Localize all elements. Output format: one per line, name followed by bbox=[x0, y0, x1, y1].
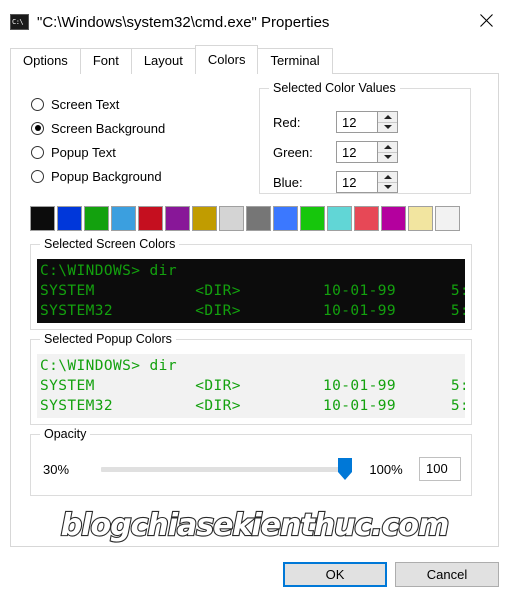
palette-swatch-3[interactable] bbox=[111, 206, 136, 231]
popup-colors-preview: C:\WINDOWS> dir SYSTEM <DIR> 10-01-99 5:0… bbox=[37, 354, 465, 418]
selected-screen-colors-group: Selected Screen Colors C:\WINDOWS> dir SY… bbox=[30, 237, 472, 330]
selected-color-values-group: Selected Color Values Red: 12 Green: 12 bbox=[259, 81, 471, 194]
radio-label: Popup Background bbox=[51, 168, 162, 184]
tab-options[interactable]: Options bbox=[10, 48, 81, 74]
palette-swatch-0[interactable] bbox=[30, 206, 55, 231]
radio-indicator bbox=[31, 145, 44, 159]
radio-screen-text[interactable]: Screen Text bbox=[31, 92, 165, 116]
radio-label: Popup Text bbox=[51, 144, 116, 160]
preview-line: SYSTEM32 <DIR> 10-01-99 5:0 bbox=[40, 303, 465, 319]
red-input[interactable]: 12 bbox=[337, 112, 377, 132]
opacity-max-label: 100% bbox=[369, 461, 403, 477]
radio-indicator bbox=[31, 97, 44, 111]
dialog-buttons: OK Cancel bbox=[283, 562, 499, 587]
radio-indicator bbox=[31, 169, 44, 183]
palette-swatch-6[interactable] bbox=[192, 206, 217, 231]
opacity-value-input[interactable]: 100 bbox=[419, 457, 461, 481]
blue-spin-down-icon[interactable] bbox=[378, 183, 397, 193]
opacity-slider[interactable] bbox=[101, 457, 352, 481]
tab-strip: Options Font Layout Colors Terminal bbox=[0, 44, 509, 74]
red-row: Red: 12 bbox=[273, 111, 459, 133]
palette-swatch-9[interactable] bbox=[273, 206, 298, 231]
opacity-group: Opacity 30% 100% 100 bbox=[30, 427, 472, 496]
opacity-slider-thumb[interactable] bbox=[338, 458, 352, 480]
palette-swatch-15[interactable] bbox=[435, 206, 460, 231]
palette-swatch-13[interactable] bbox=[381, 206, 406, 231]
group-legend: Selected Popup Colors bbox=[40, 332, 176, 346]
palette-swatch-1[interactable] bbox=[57, 206, 82, 231]
blue-spin-up-icon[interactable] bbox=[378, 172, 397, 183]
green-row: Green: 12 bbox=[273, 141, 459, 163]
group-legend: Selected Screen Colors bbox=[40, 237, 180, 251]
green-input[interactable]: 12 bbox=[337, 142, 377, 162]
selected-popup-colors-group: Selected Popup Colors C:\WINDOWS> dir SYS… bbox=[30, 332, 472, 425]
palette-swatch-7[interactable] bbox=[219, 206, 244, 231]
radio-indicator-selected bbox=[31, 121, 44, 135]
ok-button[interactable]: OK bbox=[283, 562, 387, 587]
opacity-min-label: 30% bbox=[43, 461, 70, 477]
blue-stepper[interactable]: 12 bbox=[336, 171, 398, 193]
palette-swatch-10[interactable] bbox=[300, 206, 325, 231]
blue-label: Blue: bbox=[273, 174, 303, 190]
red-stepper[interactable]: 12 bbox=[336, 111, 398, 133]
cancel-button[interactable]: Cancel bbox=[395, 562, 499, 587]
palette-swatch-4[interactable] bbox=[138, 206, 163, 231]
tab-font[interactable]: Font bbox=[79, 48, 132, 74]
tab-colors[interactable]: Colors bbox=[194, 45, 259, 74]
radio-popup-background[interactable]: Popup Background bbox=[31, 164, 165, 188]
window-title: "C:\Windows\system32\cmd.exe" Properties bbox=[37, 13, 330, 31]
tab-terminal[interactable]: Terminal bbox=[257, 48, 333, 74]
blue-row: Blue: 12 bbox=[273, 171, 459, 193]
preview-line: SYSTEM <DIR> 10-01-99 5:0 bbox=[40, 378, 465, 394]
blue-spin-buttons bbox=[377, 172, 397, 192]
palette-swatch-12[interactable] bbox=[354, 206, 379, 231]
red-spin-down-icon[interactable] bbox=[378, 123, 397, 133]
preview-line: C:\WINDOWS> dir bbox=[40, 358, 177, 374]
green-spin-buttons bbox=[377, 142, 397, 162]
green-label: Green: bbox=[273, 144, 313, 160]
close-glyph bbox=[479, 13, 493, 27]
green-spin-down-icon[interactable] bbox=[378, 153, 397, 163]
preview-line: SYSTEM <DIR> 10-01-99 5:0 bbox=[40, 283, 465, 299]
blue-input[interactable]: 12 bbox=[337, 172, 377, 192]
cmd-icon: C:\ bbox=[10, 14, 29, 30]
green-spin-up-icon[interactable] bbox=[378, 142, 397, 153]
thumb-shape bbox=[338, 458, 352, 480]
screen-colors-preview: C:\WINDOWS> dir SYSTEM <DIR> 10-01-99 5:0… bbox=[37, 259, 465, 323]
opacity-row: 30% 100% 100 bbox=[43, 457, 461, 481]
preview-line: SYSTEM32 <DIR> 10-01-99 5:0 bbox=[40, 398, 465, 414]
palette-swatch-8[interactable] bbox=[246, 206, 271, 231]
palette-swatch-5[interactable] bbox=[165, 206, 190, 231]
green-stepper[interactable]: 12 bbox=[336, 141, 398, 163]
preview-line: C:\WINDOWS> dir bbox=[40, 263, 177, 279]
palette-swatch-2[interactable] bbox=[84, 206, 109, 231]
radio-label: Screen Background bbox=[51, 120, 166, 136]
red-spin-up-icon[interactable] bbox=[378, 112, 397, 123]
colors-tab-panel: Screen Text Screen Background Popup Text… bbox=[10, 74, 499, 547]
palette-swatch-14[interactable] bbox=[408, 206, 433, 231]
group-legend: Selected Color Values bbox=[269, 81, 400, 95]
radio-label: Screen Text bbox=[51, 96, 120, 112]
color-palette bbox=[30, 206, 460, 231]
red-label: Red: bbox=[273, 114, 301, 130]
red-spin-buttons bbox=[377, 112, 397, 132]
title-bar: C:\ "C:\Windows\system32\cmd.exe" Proper… bbox=[0, 0, 509, 44]
palette-swatch-11[interactable] bbox=[327, 206, 352, 231]
color-target-radio-group: Screen Text Screen Background Popup Text… bbox=[31, 92, 165, 188]
radio-popup-text[interactable]: Popup Text bbox=[31, 140, 165, 164]
cmd-icon-glyph: C:\ bbox=[12, 17, 24, 26]
opacity-slider-track bbox=[101, 466, 351, 472]
group-legend: Opacity bbox=[40, 427, 91, 441]
radio-screen-background[interactable]: Screen Background bbox=[31, 116, 165, 140]
tab-layout[interactable]: Layout bbox=[130, 48, 196, 74]
close-icon[interactable] bbox=[463, 0, 509, 40]
